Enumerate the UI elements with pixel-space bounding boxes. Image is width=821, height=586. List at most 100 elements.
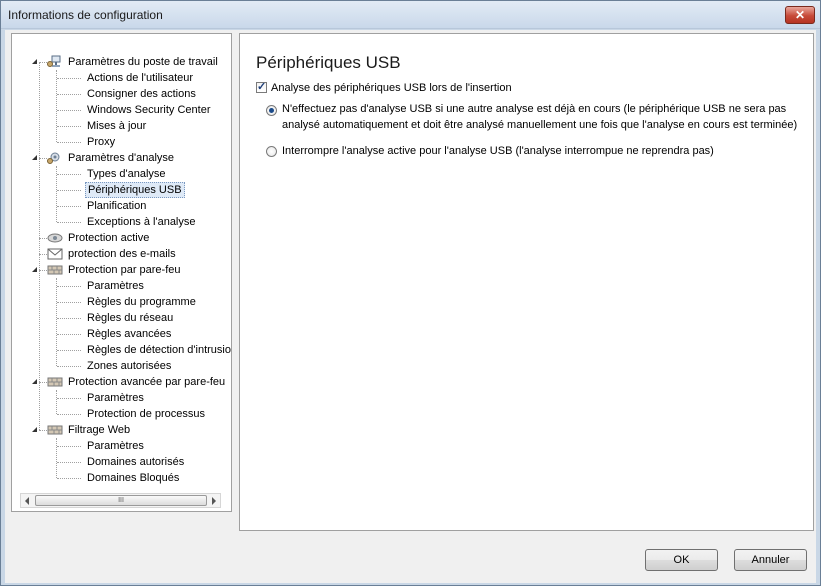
tree-item[interactable]: Types d'analyse xyxy=(12,166,231,182)
tree-connector xyxy=(57,446,81,447)
firewall-icon xyxy=(46,375,64,388)
tree-item[interactable]: Paramètres xyxy=(12,278,231,294)
tree-connector xyxy=(57,206,81,207)
expand-arrow-icon[interactable] xyxy=(31,154,38,161)
tree-item[interactable]: Règles avancées xyxy=(12,326,231,342)
tree-item[interactable]: Windows Security Center xyxy=(12,102,231,118)
tree-group-1[interactable]: Paramètres d'analyse xyxy=(12,150,231,166)
tree-item[interactable]: Règles du programme xyxy=(12,294,231,310)
dialog-body: Paramètres du poste de travail Actions de… xyxy=(5,30,816,583)
tree-item-label[interactable]: Paramètres xyxy=(85,390,146,406)
tree-item-label[interactable]: Périphériques USB xyxy=(85,182,185,198)
tree-item-label[interactable]: Paramètres xyxy=(85,278,146,294)
tree-connector xyxy=(57,110,81,111)
tree-group-label[interactable]: Filtrage Web xyxy=(66,422,132,438)
skip-if-scanning-label-line1[interactable]: N'effectuez pas d'analyse USB si une aut… xyxy=(282,101,786,117)
tree-connector xyxy=(57,222,81,223)
interrupt-scan-label[interactable]: Interrompre l'analyse active pour l'anal… xyxy=(282,143,714,159)
tree-item[interactable]: Actions de l'utilisateur xyxy=(12,70,231,86)
tree-connector xyxy=(57,142,81,143)
cancel-button[interactable]: Annuler xyxy=(734,549,807,571)
tree-connector xyxy=(57,398,81,399)
tree-item[interactable]: Règles de détection d'intrusio xyxy=(12,342,231,358)
page-title: Périphériques USB xyxy=(256,53,401,72)
tree-item[interactable]: Proxy xyxy=(12,134,231,150)
expand-arrow-icon[interactable] xyxy=(31,266,38,273)
tree-item[interactable]: Planification xyxy=(12,198,231,214)
tree-group-label[interactable]: protection des e-mails xyxy=(66,246,178,262)
tree-item-label[interactable]: Exceptions à l'analyse xyxy=(85,214,198,230)
expand-arrow-icon[interactable] xyxy=(31,426,38,433)
scroll-left-icon[interactable] xyxy=(25,497,29,505)
tree-group-5[interactable]: Protection avancée par pare-feu xyxy=(12,374,231,390)
tree-item[interactable]: Exceptions à l'analyse xyxy=(12,214,231,230)
tree-item[interactable]: Règles du réseau xyxy=(12,310,231,326)
tree-connector xyxy=(57,462,81,463)
tree-group-label[interactable]: Protection avancée par pare-feu xyxy=(66,374,227,390)
active-protection-icon xyxy=(46,231,64,244)
tree-item-label[interactable]: Types d'analyse xyxy=(85,166,168,182)
tree-item[interactable]: Domaines autorisés xyxy=(12,454,231,470)
tree-item[interactable]: Protection de processus xyxy=(12,406,231,422)
expand-arrow-icon[interactable] xyxy=(31,58,38,65)
tree-item-label[interactable]: Paramètres xyxy=(85,438,146,454)
title-bar[interactable]: Informations de configuration ✕ xyxy=(1,1,820,29)
tree-item-label[interactable]: Mises à jour xyxy=(85,118,148,134)
tree-connector xyxy=(57,78,81,79)
tree-group-label[interactable]: Protection active xyxy=(66,230,151,246)
tree-group-4[interactable]: Protection par pare-feu xyxy=(12,262,231,278)
settings-content-panel: Périphériques USB Analyse des périphériq… xyxy=(239,33,814,531)
usb-scan-checkbox-label[interactable]: Analyse des périphériques USB lors de l'… xyxy=(271,80,512,96)
tree-connector xyxy=(57,174,81,175)
tree-connector xyxy=(57,414,81,415)
tree-item[interactable]: Périphériques USB xyxy=(12,182,231,198)
skip-if-scanning-label-line2[interactable]: analysé automatiquement et doit être ana… xyxy=(282,117,797,133)
tree-item-label[interactable]: Protection de processus xyxy=(85,406,207,422)
firewall-icon xyxy=(46,263,64,276)
email-icon xyxy=(46,247,64,260)
ok-button[interactable]: OK xyxy=(645,549,718,571)
tree-connector xyxy=(57,190,81,191)
tree-item-label[interactable]: Règles du réseau xyxy=(85,310,175,326)
tree-connector xyxy=(57,366,81,367)
tree-item-label[interactable]: Règles avancées xyxy=(85,326,173,342)
tree-group-0[interactable]: Paramètres du poste de travail xyxy=(12,54,231,70)
usb-scan-checkbox[interactable] xyxy=(256,80,267,93)
tree-group-label[interactable]: Paramètres du poste de travail xyxy=(66,54,220,70)
tree-connector xyxy=(57,126,81,127)
tree-item[interactable]: Consigner des actions xyxy=(12,86,231,102)
tree-connector xyxy=(57,286,81,287)
tree-item[interactable]: Paramètres xyxy=(12,438,231,454)
settings-tree-panel: Paramètres du poste de travail Actions de… xyxy=(11,33,232,512)
scrollbar-thumb[interactable]: III xyxy=(35,495,207,506)
close-button[interactable]: ✕ xyxy=(785,6,815,24)
tree-item-label[interactable]: Domaines autorisés xyxy=(85,454,186,470)
tree-group-2[interactable]: Protection active xyxy=(12,230,231,246)
tree-horizontal-scrollbar[interactable]: III xyxy=(20,493,221,508)
tree-item-label[interactable]: Domaines Bloqués xyxy=(85,470,181,486)
tree-item[interactable]: Paramètres xyxy=(12,390,231,406)
tree-item[interactable]: Zones autorisées xyxy=(12,358,231,374)
tree-connector xyxy=(57,94,81,95)
tree-group-6[interactable]: Filtrage Web xyxy=(12,422,231,438)
tree-connector xyxy=(57,318,81,319)
tree-item-label[interactable]: Zones autorisées xyxy=(85,358,173,374)
tree-item-label[interactable]: Proxy xyxy=(85,134,117,150)
scroll-right-icon[interactable] xyxy=(212,497,216,505)
tree-item-label[interactable]: Règles de détection d'intrusio xyxy=(85,342,231,358)
tree-item-label[interactable]: Planification xyxy=(85,198,148,214)
tree-group-label[interactable]: Paramètres d'analyse xyxy=(66,150,176,166)
skip-if-scanning-radio[interactable] xyxy=(266,105,277,116)
interrupt-scan-radio[interactable] xyxy=(266,146,277,157)
tree-item-label[interactable]: Règles du programme xyxy=(85,294,198,310)
tree-group-label[interactable]: Protection par pare-feu xyxy=(66,262,183,278)
tree-item-label[interactable]: Actions de l'utilisateur xyxy=(85,70,195,86)
tree-group-3[interactable]: protection des e-mails xyxy=(12,246,231,262)
expand-arrow-icon[interactable] xyxy=(31,378,38,385)
tree-item[interactable]: Domaines Bloqués xyxy=(12,470,231,486)
tree-item[interactable]: Mises à jour xyxy=(12,118,231,134)
tree-connector xyxy=(57,350,81,351)
workstation-icon xyxy=(46,55,64,68)
tree-item-label[interactable]: Consigner des actions xyxy=(85,86,198,102)
tree-item-label[interactable]: Windows Security Center xyxy=(85,102,213,118)
